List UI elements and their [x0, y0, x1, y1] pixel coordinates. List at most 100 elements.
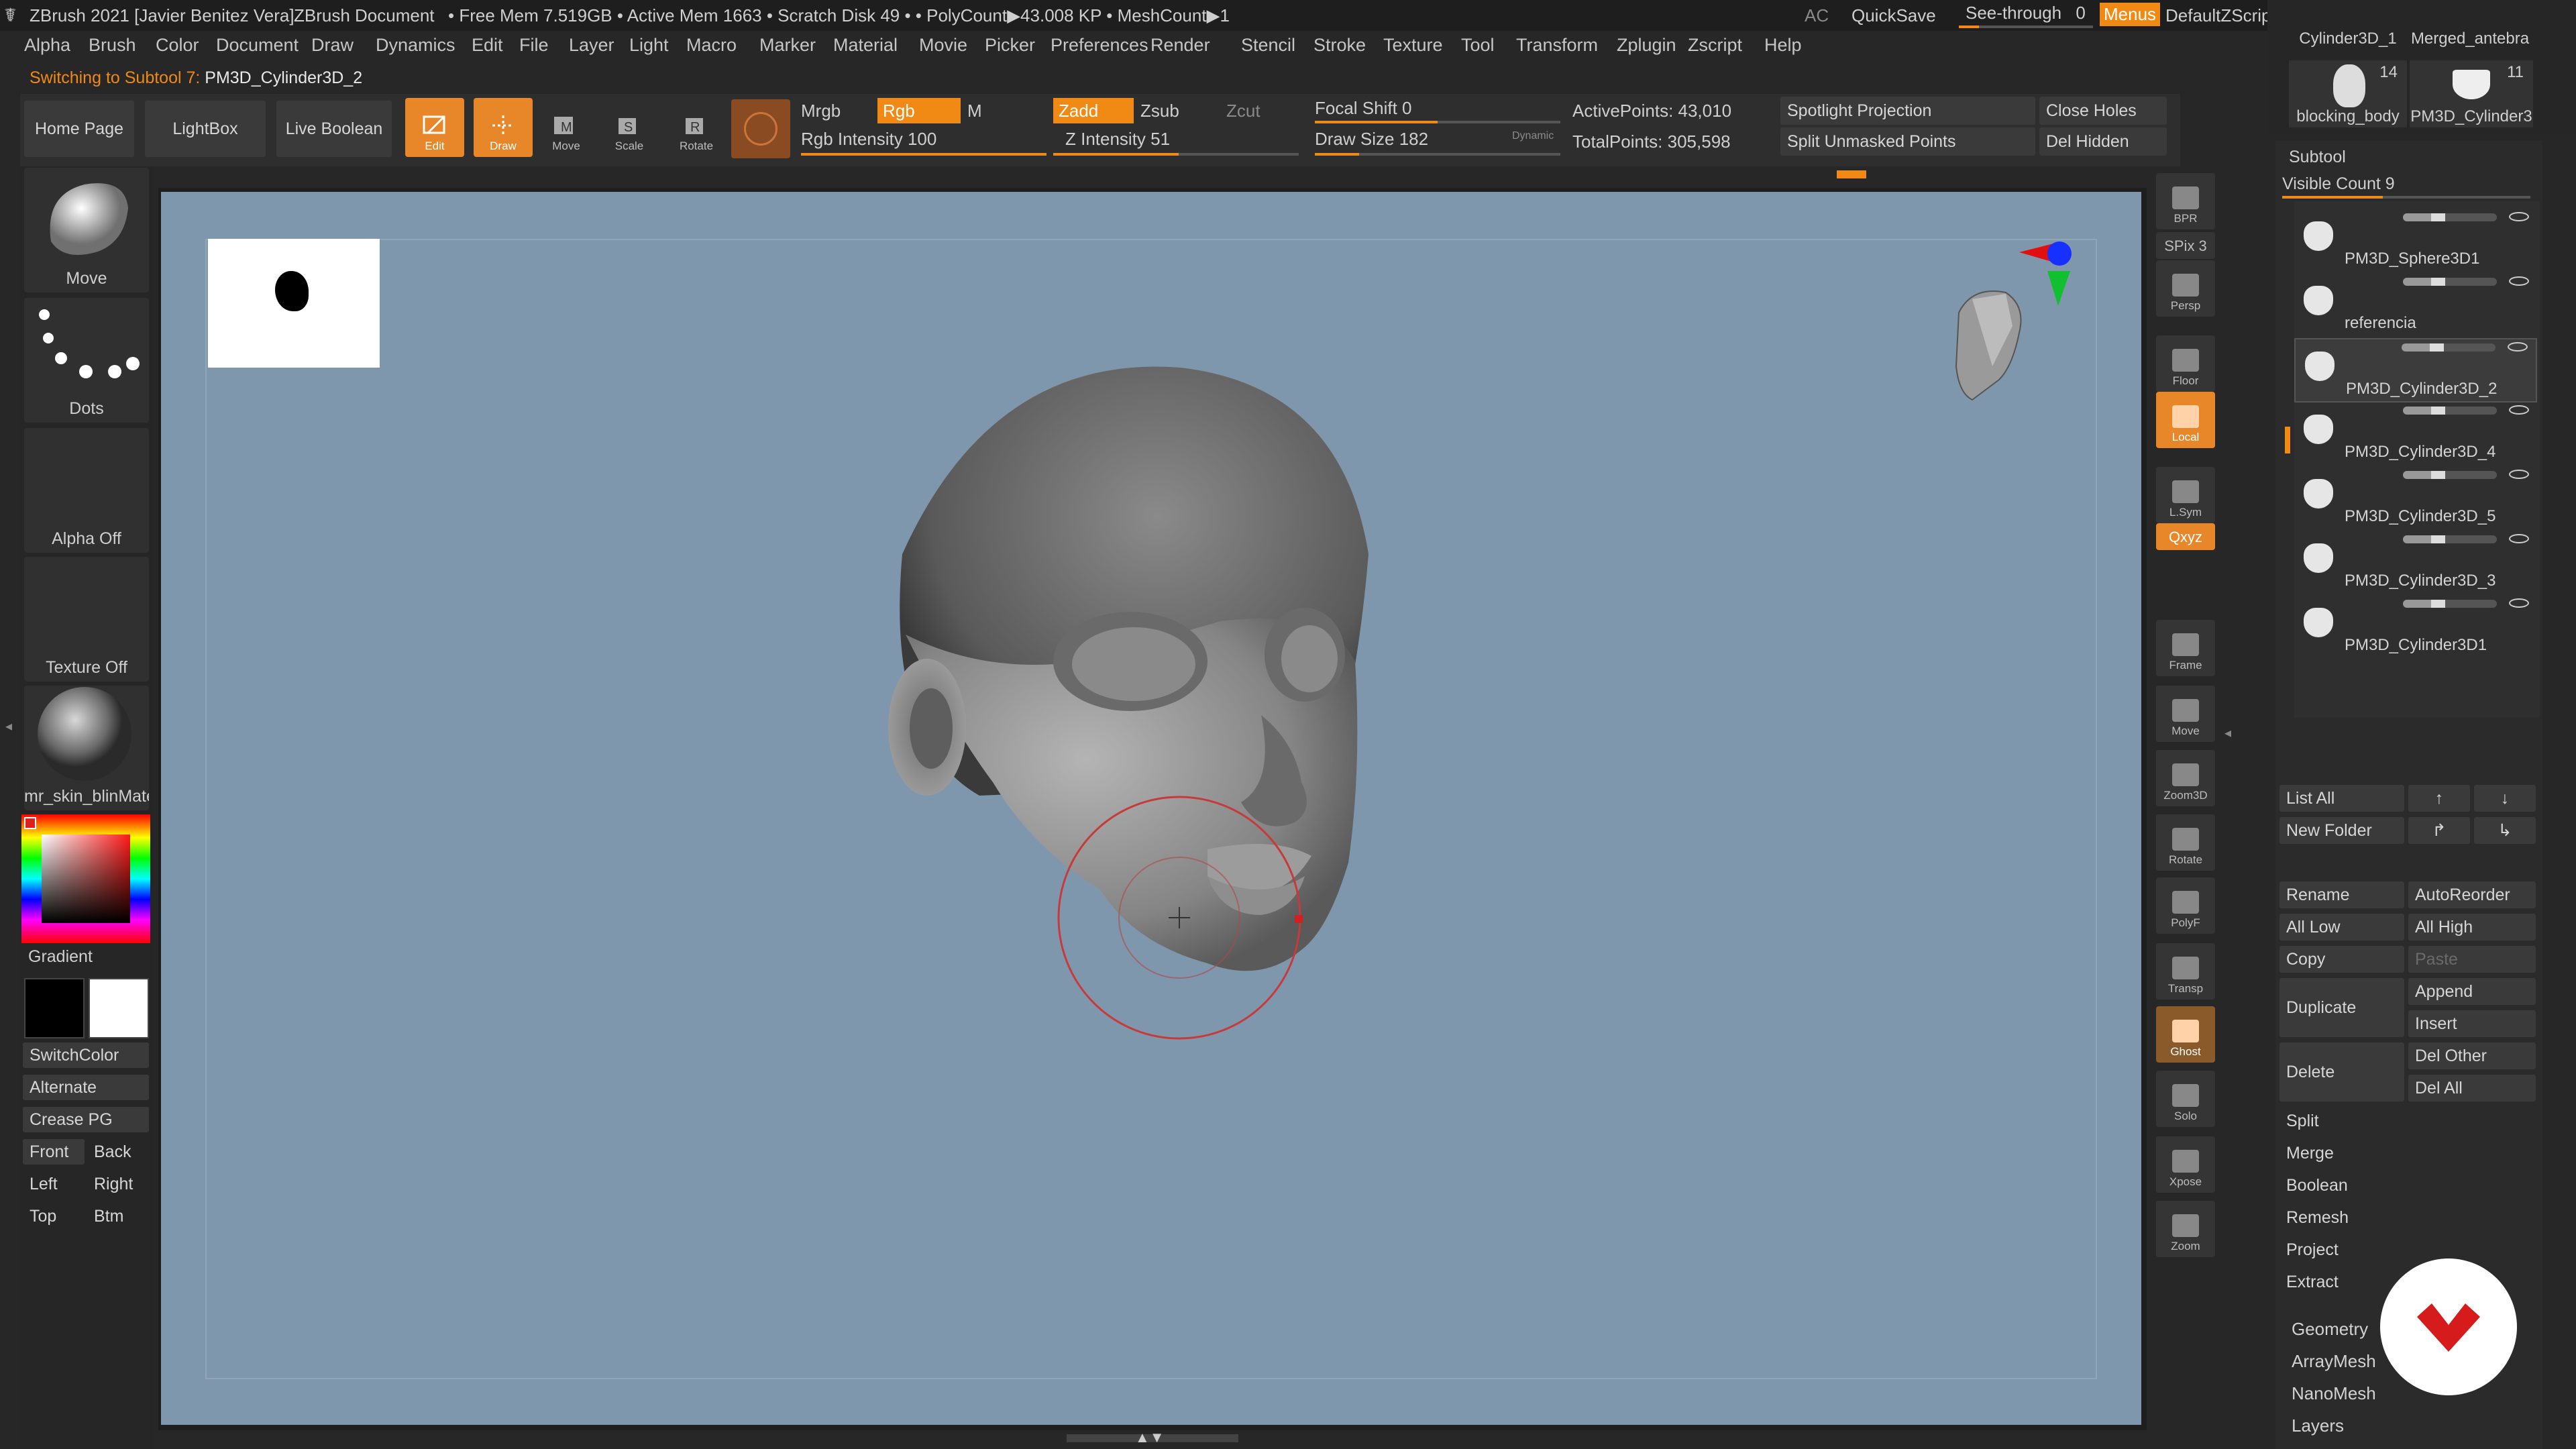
- duplicate-button[interactable]: Duplicate: [2279, 978, 2404, 1037]
- menu-color[interactable]: Color: [156, 35, 199, 56]
- delete-button[interactable]: Delete: [2279, 1042, 2404, 1102]
- move-up-button[interactable]: ↑: [2408, 785, 2470, 812]
- folder-arrow-icon[interactable]: ↱: [2408, 817, 2470, 844]
- quicksave-button[interactable]: QuickSave: [1851, 5, 1936, 26]
- zsub-button[interactable]: Zsub: [1140, 101, 1179, 121]
- append-button[interactable]: Append: [2408, 978, 2536, 1005]
- copy-button[interactable]: Copy: [2279, 946, 2404, 973]
- color-saturation-square[interactable]: [42, 835, 130, 923]
- arraymesh-menu[interactable]: ArrayMesh: [2292, 1351, 2376, 1372]
- subtool-item[interactable]: PM3D_Cylinder3D_3: [2294, 531, 2537, 596]
- merge-section[interactable]: Merge: [2279, 1139, 2536, 1167]
- new-folder-button[interactable]: New Folder: [2279, 817, 2404, 844]
- left-collapse-handle[interactable]: ◂: [5, 718, 13, 745]
- split-section[interactable]: Split: [2279, 1107, 2536, 1135]
- folder-exit-icon[interactable]: ↳: [2474, 817, 2536, 844]
- layers-menu[interactable]: Layers: [2292, 1415, 2344, 1436]
- menu-transform[interactable]: Transform: [1516, 35, 1598, 56]
- ghost-button[interactable]: Ghost: [2156, 1006, 2215, 1063]
- draw-button[interactable]: Draw: [474, 98, 533, 157]
- autoreorder-button[interactable]: AutoReorder: [2408, 881, 2536, 908]
- menu-draw[interactable]: Draw: [311, 35, 354, 56]
- spotlight-projection-button[interactable]: Spotlight Projection: [1780, 97, 2035, 125]
- frame-button[interactable]: Frame: [2156, 620, 2215, 676]
- rotate-tool-button[interactable]: R Rotate: [667, 98, 726, 157]
- all-low-button[interactable]: All Low: [2279, 914, 2404, 941]
- tool-thumb-pm3d-cylinder3[interactable]: 11 PM3D_Cylinder3: [2410, 60, 2533, 127]
- subtool-toggle-icons[interactable]: [2403, 600, 2497, 608]
- right-collapse-handle[interactable]: ◂: [2224, 724, 2231, 741]
- menu-edit[interactable]: Edit: [472, 35, 503, 56]
- focal-shift-slider[interactable]: Focal Shift 0: [1315, 98, 1412, 119]
- toolbar-scroll-indicator[interactable]: [1837, 170, 1866, 178]
- crease-pg-button[interactable]: Crease PG: [23, 1107, 149, 1132]
- secondary-color-swatch[interactable]: [89, 978, 149, 1038]
- canvas[interactable]: [161, 192, 2141, 1425]
- menu-layer[interactable]: Layer: [569, 35, 614, 56]
- menu-stroke[interactable]: Stroke: [1313, 35, 1366, 56]
- canvas-bottom-arrows-icon[interactable]: ▲▼: [1135, 1429, 1165, 1446]
- rename-button[interactable]: Rename: [2279, 881, 2404, 908]
- menu-picker[interactable]: Picker: [985, 35, 1035, 56]
- nanomesh-menu[interactable]: NanoMesh: [2292, 1383, 2376, 1404]
- draw-size-slider[interactable]: Draw Size 182: [1315, 129, 1428, 150]
- menu-zscript[interactable]: Zscript: [1688, 35, 1742, 56]
- color-picker[interactable]: [21, 814, 150, 943]
- subtool-item[interactable]: PM3D_Sphere3D1: [2294, 209, 2537, 274]
- brush-slot[interactable]: Move: [24, 168, 149, 292]
- material-slot[interactable]: mr_skin_blinMate: [24, 686, 149, 810]
- xyz-button[interactable]: Qxyz: [2156, 523, 2215, 550]
- visible-count-slider[interactable]: Visible Count 9: [2282, 174, 2395, 194]
- main-color-swatch[interactable]: [24, 978, 85, 1038]
- insert-button[interactable]: Insert: [2408, 1010, 2536, 1037]
- orientation-gizmo[interactable]: [1932, 232, 2093, 433]
- alternate-button[interactable]: Alternate: [23, 1075, 149, 1100]
- mrgb-button[interactable]: Mrgb: [801, 101, 841, 121]
- del-all-button[interactable]: Del All: [2408, 1075, 2536, 1102]
- menu-movie[interactable]: Movie: [919, 35, 967, 56]
- lightbox-button[interactable]: LightBox: [145, 101, 266, 157]
- subtool-item[interactable]: PM3D_Cylinder3D_5: [2294, 467, 2537, 531]
- back-button[interactable]: Back: [87, 1139, 149, 1165]
- zoom-view-button[interactable]: Zoom: [2156, 1201, 2215, 1257]
- subtool-scroll-indicator[interactable]: [2285, 427, 2290, 453]
- del-hidden-button[interactable]: Del Hidden: [2039, 127, 2167, 156]
- menu-light[interactable]: Light: [629, 35, 669, 56]
- dynamic-toggle[interactable]: Dynamic: [1512, 130, 1554, 142]
- menu-macro[interactable]: Macro: [686, 35, 737, 56]
- solo-button[interactable]: Solo: [2156, 1071, 2215, 1127]
- menu-brush[interactable]: Brush: [89, 35, 136, 56]
- rgb-button[interactable]: Rgb: [877, 98, 961, 123]
- visibility-eye-icon[interactable]: [2509, 534, 2529, 543]
- subtool-toggle-icons[interactable]: [2403, 471, 2497, 479]
- left-view-button[interactable]: Left: [23, 1171, 85, 1197]
- floor-button[interactable]: Floor: [2156, 335, 2215, 392]
- subtool-toggle-icons[interactable]: [2403, 213, 2497, 221]
- project-section[interactable]: Project: [2279, 1236, 2536, 1264]
- material-swatch-button[interactable]: [731, 99, 790, 158]
- all-high-button[interactable]: All High: [2408, 914, 2536, 941]
- subtool-toggle-icons[interactable]: [2403, 407, 2497, 415]
- subtool-toggle-icons[interactable]: [2402, 343, 2496, 352]
- m-button[interactable]: M: [967, 101, 982, 121]
- remesh-section[interactable]: Remesh: [2279, 1203, 2536, 1232]
- polyf-button[interactable]: PolyF: [2156, 877, 2215, 934]
- subtool-toggle-icons[interactable]: [2403, 278, 2497, 286]
- move-view-button[interactable]: Move: [2156, 686, 2215, 742]
- zcut-button[interactable]: Zcut: [1226, 101, 1260, 121]
- menu-file[interactable]: File: [519, 35, 549, 56]
- menu-marker[interactable]: Marker: [759, 35, 816, 56]
- subtool-item[interactable]: PM3D_Cylinder3D_2: [2294, 338, 2537, 402]
- default-zscript-button[interactable]: DefaultZScript: [2165, 5, 2276, 26]
- see-through-slider[interactable]: See-through 0: [1966, 3, 2086, 23]
- menu-zplugin[interactable]: Zplugin: [1617, 35, 1676, 56]
- visibility-eye-icon[interactable]: [2509, 405, 2529, 415]
- lsym-button[interactable]: L.Sym: [2156, 467, 2215, 523]
- split-unmasked-button[interactable]: Split Unmasked Points: [1780, 127, 2035, 156]
- local-button[interactable]: Local: [2156, 392, 2215, 448]
- rgb-intensity-slider[interactable]: Rgb Intensity 100: [801, 129, 936, 150]
- front-button[interactable]: Front: [23, 1139, 85, 1165]
- scale-tool-button[interactable]: S Scale: [600, 98, 659, 157]
- list-all-button[interactable]: List All: [2279, 785, 2404, 812]
- zoom3d-button[interactable]: Zoom3D: [2156, 750, 2215, 806]
